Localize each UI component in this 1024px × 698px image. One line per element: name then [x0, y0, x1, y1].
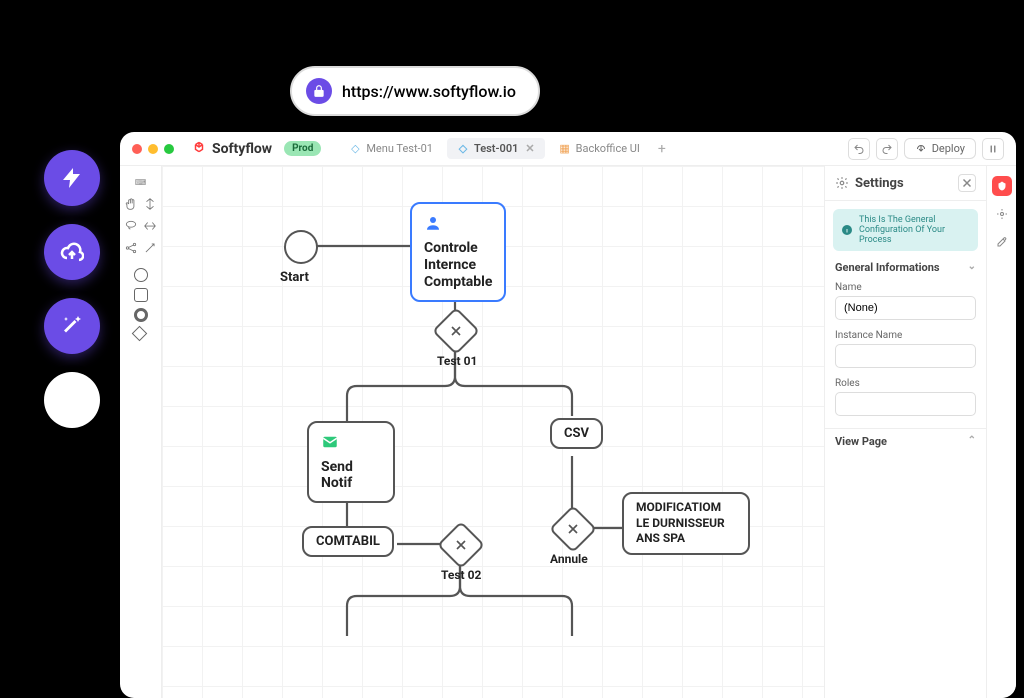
lasso-tool[interactable]: [123, 218, 139, 234]
flow-icon: ◇: [349, 143, 361, 155]
url-text: https://www.softyflow.io: [342, 82, 516, 101]
window-controls: [132, 144, 174, 154]
titlebar: Softyflow Prod ◇ Menu Test-01 ◇ Test-001…: [120, 132, 1016, 166]
tool-palette: ⌨: [120, 166, 162, 698]
rail-tools[interactable]: [992, 232, 1012, 252]
user-icon: [424, 214, 492, 236]
info-banner: This Is The General Configuration Of You…: [833, 209, 978, 251]
tab-test-001[interactable]: ◇ Test-001 ✕: [447, 138, 545, 159]
field-name-label: Name: [835, 282, 976, 293]
node-send-notif[interactable]: Send Notif: [307, 421, 395, 503]
undo-button[interactable]: [848, 138, 870, 160]
field-name-input[interactable]: [835, 296, 976, 320]
side-action-lightning[interactable]: [44, 150, 100, 206]
settings-panel: Settings This Is The General Configurati…: [824, 166, 1016, 698]
window-min[interactable]: [148, 144, 158, 154]
field-instance-name-label: Instance Name: [835, 330, 976, 341]
window-close[interactable]: [132, 144, 142, 154]
chevron-up-icon: ⌃: [968, 435, 976, 448]
node-comtabil[interactable]: COMTABIL: [302, 526, 394, 557]
section-general[interactable]: General Informations ⌄: [825, 255, 986, 280]
connector-tool[interactable]: [142, 240, 158, 256]
side-action-wand[interactable]: [44, 298, 100, 354]
settings-close-button[interactable]: [958, 174, 976, 192]
info-icon: [841, 224, 853, 236]
tab-add-button[interactable]: +: [654, 141, 670, 157]
keyboard-icon[interactable]: ⌨: [133, 174, 149, 190]
brand: Softyflow: [192, 140, 272, 158]
shape-circle[interactable]: [134, 268, 148, 282]
node-controle[interactable]: Controle Internce Comptable: [410, 202, 506, 302]
shape-square[interactable]: [134, 288, 148, 302]
rail-action-primary[interactable]: [992, 176, 1012, 196]
flow-icon: ◇: [457, 143, 469, 155]
redo-button[interactable]: [876, 138, 898, 160]
shape-gateway[interactable]: [131, 326, 147, 342]
tabs: ◇ Menu Test-01 ◇ Test-001 ✕ ▦ Backoffice…: [339, 138, 839, 159]
field-roles-input[interactable]: [835, 392, 976, 416]
window-max[interactable]: [164, 144, 174, 154]
align-tool[interactable]: [142, 196, 158, 212]
side-action-blank[interactable]: [44, 372, 100, 428]
app-window: Softyflow Prod ◇ Menu Test-01 ◇ Test-001…: [120, 132, 1016, 698]
chevron-down-icon: ⌄: [968, 261, 976, 274]
share-tool[interactable]: [123, 240, 139, 256]
tab-backoffice-ui[interactable]: ▦ Backoffice UI: [549, 138, 650, 159]
env-badge: Prod: [284, 141, 321, 156]
shape-end[interactable]: [134, 308, 148, 322]
distribute-tool[interactable]: [142, 218, 158, 234]
settings-title: Settings: [855, 176, 904, 191]
node-start-label: Start: [280, 270, 309, 285]
gateway-test02[interactable]: [437, 521, 485, 569]
field-instance-name-input[interactable]: [835, 344, 976, 368]
gateway-annule[interactable]: [549, 505, 597, 553]
side-action-cloud-upload[interactable]: [44, 224, 100, 280]
deploy-button[interactable]: Deploy: [904, 138, 976, 159]
gateway-annule-label: Annule: [550, 552, 588, 566]
canvas[interactable]: Start Controle Internce Comptable Test 0…: [162, 166, 824, 698]
field-roles-label: Roles: [835, 378, 976, 389]
gateway-test01[interactable]: [432, 307, 480, 355]
gear-icon: [835, 176, 849, 190]
gateway-test01-label: Test 01: [437, 354, 477, 368]
mail-icon: [321, 433, 381, 455]
gateway-test02-label: Test 02: [441, 568, 481, 582]
brand-icon: [192, 140, 206, 158]
rail-settings[interactable]: [992, 204, 1012, 224]
lock-icon: [306, 78, 332, 104]
node-start[interactable]: [284, 230, 318, 264]
node-csv[interactable]: CSV: [550, 418, 603, 449]
pause-button[interactable]: [982, 138, 1004, 160]
tab-close-icon[interactable]: ✕: [525, 142, 534, 155]
right-rail: [986, 166, 1016, 698]
tab-menu-test-01[interactable]: ◇ Menu Test-01: [339, 138, 443, 159]
ui-icon: ▦: [559, 143, 571, 155]
hand-tool[interactable]: [123, 196, 139, 212]
section-view-page[interactable]: View Page ⌃: [825, 429, 986, 454]
url-chip: https://www.softyflow.io: [290, 66, 540, 116]
node-modification[interactable]: MODIFICATIOM LE DURNISSEUR ANS SPA: [622, 492, 750, 555]
